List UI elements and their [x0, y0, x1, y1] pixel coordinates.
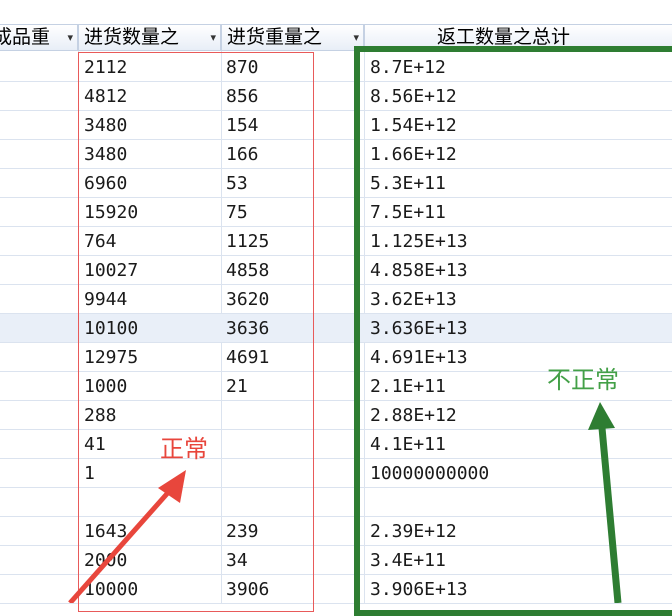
red-arrow-shaft: [68, 485, 175, 603]
green-arrow-shaft: [598, 427, 622, 603]
green-arrow-head: [588, 402, 615, 430]
abnormal-annotation-label: 不正常: [547, 366, 619, 394]
normal-annotation-label: 正常: [160, 435, 208, 463]
annotation-arrows: [68, 402, 622, 603]
datasheet-view: 成品重 ▾ 进货数量之 ▾ 进货重量之 ▾ 返工数量之总计 21128708.7…: [0, 0, 672, 616]
